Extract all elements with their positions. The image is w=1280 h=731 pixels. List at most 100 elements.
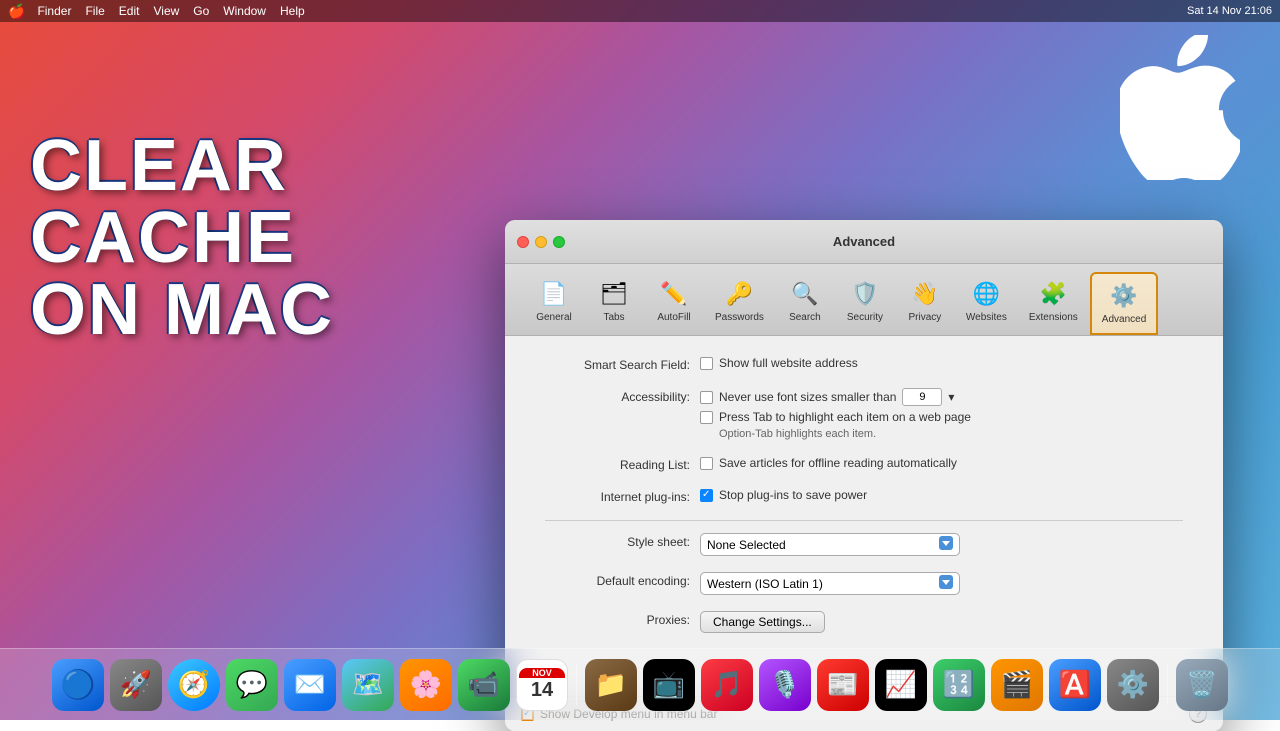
tab-general-label: General (536, 312, 572, 323)
tab-tabs-label: Tabs (603, 312, 624, 323)
dock-facetime[interactable]: 📹 (458, 659, 510, 711)
dock-maps[interactable]: 🗺️ (342, 659, 394, 711)
dock: 🔵 🚀 🧭 💬 ✉️ 🗺️ 🌸 📹 NOV 14 📁 📺 🎵 🎙️ 📰 📈 (0, 648, 1280, 720)
menubar-finder[interactable]: Finder (37, 4, 71, 18)
tab-security-label: Security (847, 312, 883, 323)
tab-highlight-label: Press Tab to highlight each item on a we… (719, 410, 971, 424)
dock-finder[interactable]: 🔵 (52, 659, 104, 711)
dock-calendar[interactable]: NOV 14 (516, 659, 568, 711)
autofill-icon: ✏️ (658, 278, 690, 310)
overlay-line1: CLEAR (30, 130, 334, 202)
menubar-items: Finder File Edit View Go Window Help (37, 4, 304, 18)
dock-divider (576, 665, 577, 705)
settings-content: Smart Search Field: Show full website ad… (505, 336, 1223, 696)
tab-privacy-label: Privacy (909, 312, 942, 323)
close-button[interactable] (517, 236, 529, 248)
traffic-lights (517, 236, 565, 248)
menubar-file[interactable]: File (85, 4, 104, 18)
dock-news[interactable]: 📰 (817, 659, 869, 711)
font-size-input[interactable] (902, 388, 942, 406)
minimize-button[interactable] (535, 236, 547, 248)
dock-mail[interactable]: ✉️ (284, 659, 336, 711)
apple-logo (1120, 35, 1240, 175)
tab-advanced[interactable]: ⚙️ Advanced (1090, 272, 1158, 335)
font-size-dropdown-arrow[interactable]: ▾ (948, 390, 954, 404)
divider1 (545, 520, 1183, 521)
menubar-edit[interactable]: Edit (119, 4, 140, 18)
reading-list-content: Save articles for offline reading automa… (700, 456, 1183, 470)
advanced-icon: ⚙️ (1108, 280, 1140, 312)
plugins-label: Internet plug-ins: (545, 488, 700, 504)
dock-safari[interactable]: 🧭 (168, 659, 220, 711)
tab-general[interactable]: 📄 General (525, 272, 583, 335)
smart-search-checkbox[interactable] (700, 357, 713, 370)
dock-appstore[interactable]: 🅰️ (1049, 659, 1101, 711)
dock-music[interactable]: 🎵 (701, 659, 753, 711)
encoding-dropdown[interactable]: Western (ISO Latin 1) (700, 572, 960, 595)
passwords-icon: 🔑 (723, 278, 755, 310)
reading-list-checkbox[interactable] (700, 457, 713, 470)
menubar-window[interactable]: Window (223, 4, 266, 18)
tab-search[interactable]: 🔍 Search (776, 272, 834, 335)
stylesheet-selected: None Selected (707, 538, 786, 552)
menubar-clock: Sat 14 Nov 21:06 (1187, 5, 1272, 17)
stylesheet-dropdown[interactable]: None Selected (700, 533, 960, 556)
dock-photos[interactable]: 🌸 (400, 659, 452, 711)
dock-tv[interactable]: 📺 (643, 659, 695, 711)
toolbar: 📄 General 🗂 Tabs ✏️ AutoFill 🔑 Passwords… (505, 264, 1223, 336)
dock-launchpad[interactable]: 🚀 (110, 659, 162, 711)
tab-advanced-label: Advanced (1102, 314, 1146, 325)
tab-autofill[interactable]: ✏️ AutoFill (645, 272, 703, 335)
smart-search-label: Smart Search Field: (545, 356, 700, 372)
encoding-selected: Western (ISO Latin 1) (707, 577, 823, 591)
stylesheet-label: Style sheet: (545, 533, 700, 549)
menubar-view[interactable]: View (153, 4, 179, 18)
tab-websites-label: Websites (966, 312, 1007, 323)
font-size-checkbox[interactable] (700, 391, 713, 404)
plugins-checkbox[interactable] (700, 489, 713, 502)
tab-security[interactable]: 🛡️ Security (836, 272, 894, 335)
dock-messages[interactable]: 💬 (226, 659, 278, 711)
privacy-icon: 👋 (909, 278, 941, 310)
stylesheet-row: Style sheet: None Selected (545, 533, 1183, 556)
encoding-row: Default encoding: Western (ISO Latin 1) (545, 572, 1183, 595)
stylesheet-dropdown-arrow (939, 536, 953, 553)
proxies-label: Proxies: (545, 611, 700, 627)
smart-search-content: Show full website address (700, 356, 1183, 370)
tab-tabs[interactable]: 🗂 Tabs (585, 272, 643, 335)
accessibility-option1: Never use font sizes smaller than ▾ (700, 388, 1183, 406)
search-icon: 🔍 (789, 278, 821, 310)
tab-search-label: Search (789, 312, 821, 323)
dock-stocks[interactable]: 📈 (875, 659, 927, 711)
dock-keynote[interactable]: 🎬 (991, 659, 1043, 711)
tab-privacy[interactable]: 👋 Privacy (896, 272, 954, 335)
tab-websites[interactable]: 🌐 Websites (956, 272, 1017, 335)
plugins-row: Internet plug-ins: Stop plug-ins to save… (545, 488, 1183, 504)
tab-extensions[interactable]: 🧩 Extensions (1019, 272, 1088, 335)
tab-highlight-checkbox[interactable] (700, 411, 713, 424)
plugins-content: Stop plug-ins to save power (700, 488, 1183, 502)
dock-files[interactable]: 📁 (585, 659, 637, 711)
stylesheet-content: None Selected (700, 533, 1183, 556)
tabs-icon: 🗂 (598, 278, 630, 310)
smart-search-option-label: Show full website address (719, 356, 858, 370)
font-size-label: Never use font sizes smaller than (719, 390, 896, 404)
reading-list-row: Reading List: Save articles for offline … (545, 456, 1183, 472)
dock-trash[interactable]: 🗑️ (1176, 659, 1228, 711)
menubar-help[interactable]: Help (280, 4, 305, 18)
proxies-change-button[interactable]: Change Settings... (700, 611, 825, 633)
overlay-line3: ON MAC (30, 274, 334, 346)
titlebar: Advanced (505, 220, 1223, 264)
menubar-go[interactable]: Go (193, 4, 209, 18)
reading-list-option: Save articles for offline reading automa… (700, 456, 1183, 470)
tab-passwords[interactable]: 🔑 Passwords (705, 272, 774, 335)
encoding-content: Western (ISO Latin 1) (700, 572, 1183, 595)
menubar: 🍎 Finder File Edit View Go Window Help S… (0, 0, 1280, 22)
dock-podcasts[interactable]: 🎙️ (759, 659, 811, 711)
apple-menu-icon[interactable]: 🍎 (8, 3, 25, 20)
tab-extensions-label: Extensions (1029, 312, 1078, 323)
dock-numbers[interactable]: 🔢 (933, 659, 985, 711)
maximize-button[interactable] (553, 236, 565, 248)
plugins-option-label: Stop plug-ins to save power (719, 488, 867, 502)
dock-sysprefs[interactable]: ⚙️ (1107, 659, 1159, 711)
